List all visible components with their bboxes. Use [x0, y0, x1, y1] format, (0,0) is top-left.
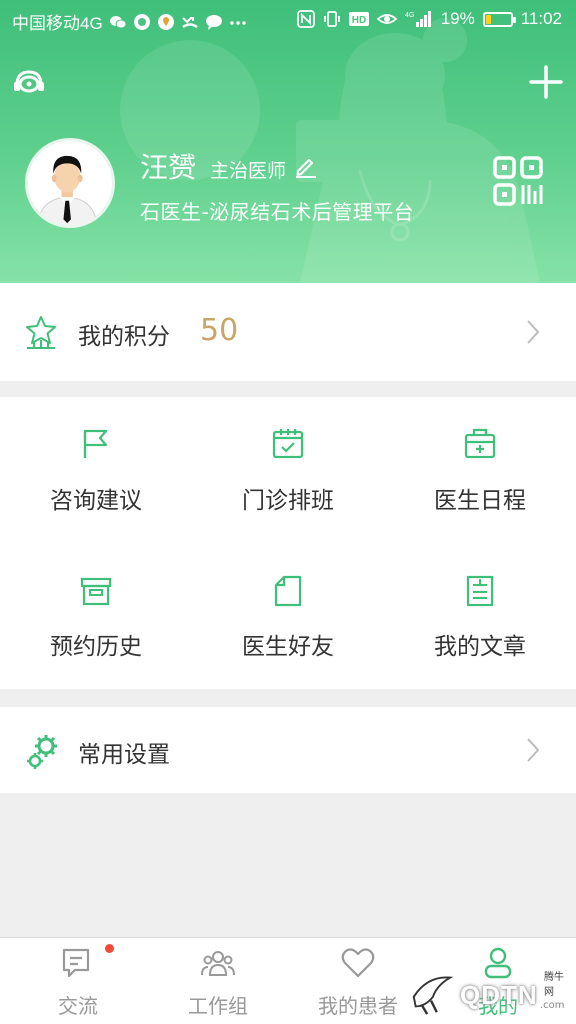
- grid-item-booking-history[interactable]: 预约历史: [0, 543, 192, 689]
- grid-item-label: 医生日程: [434, 488, 526, 514]
- grid-item-consult[interactable]: 咨询建议: [0, 397, 192, 543]
- doctor-avatar-image: [28, 141, 107, 225]
- clock-time: 11:02: [520, 9, 562, 28]
- doctor-name: 汪赟: [140, 151, 197, 184]
- grid-item-schedule[interactable]: 门诊排班: [192, 397, 384, 543]
- watermark-bird-icon: [412, 976, 454, 1015]
- plus-icon[interactable]: [528, 64, 564, 100]
- battery-level: [485, 14, 491, 24]
- settings-row[interactable]: 常用设置: [0, 707, 576, 793]
- points-label: 我的积分: [78, 324, 170, 350]
- tab-chat[interactable]: 交流: [6, 938, 150, 1024]
- missed-call-icon: [181, 16, 198, 28]
- chevron-right-icon: [527, 320, 540, 344]
- nfc-icon: [296, 10, 315, 28]
- grid-item-label: 医生好友: [242, 634, 334, 660]
- watermark-text: QDTN: [460, 980, 538, 1010]
- grid-item-doctor-schedule[interactable]: 医生日程: [384, 397, 576, 543]
- medical-kit-icon: [464, 428, 496, 459]
- grid-item-label: 咨询建议: [50, 488, 142, 514]
- avatar[interactable]: [25, 138, 115, 228]
- tab-label: 工作组: [188, 994, 248, 1018]
- gears-icon: [27, 735, 57, 769]
- tab-workgroup[interactable]: 工作组: [146, 938, 290, 1024]
- qr-code-icon[interactable]: [492, 155, 544, 207]
- star-points-icon: [26, 316, 56, 349]
- archive-box-icon: [80, 577, 112, 606]
- location-icon: [157, 13, 174, 30]
- tab-label: 交流: [58, 994, 98, 1018]
- points-row[interactable]: 我的积分 50: [0, 283, 576, 381]
- chat-icon: [62, 948, 90, 978]
- article-icon: [466, 575, 494, 607]
- battery-percent: 19%: [440, 9, 475, 28]
- edit-icon[interactable]: [294, 154, 318, 178]
- grid-item-doctor-friends[interactable]: 医生好友: [192, 543, 384, 689]
- battery-icon: [482, 11, 516, 27]
- heart-icon: [341, 948, 375, 978]
- headset-service-icon[interactable]: [12, 66, 46, 100]
- watermark-logo: QDTN 腾牛网 .com: [402, 968, 572, 1018]
- eye-icon: [376, 14, 397, 24]
- signal-icon: 4G: [405, 11, 431, 27]
- svg-text:HD: HD: [351, 15, 365, 26]
- grid-item-my-articles[interactable]: 我的文章: [384, 543, 576, 689]
- flag-icon: [83, 429, 108, 458]
- watermark-small-text: 腾牛网: [544, 972, 564, 998]
- doctor-title: 主治医师: [210, 160, 287, 182]
- more-icon: [229, 20, 246, 25]
- watermark-domain: .com: [540, 1000, 565, 1011]
- grid-item-label: 门诊排班: [242, 488, 334, 514]
- profile-header: 中国移动4G HD 4G 19% 11:02 汪赟 主治医师 石医生-泌尿结石术…: [0, 0, 576, 283]
- platform-name: 石医生-泌尿结石术后管理平台: [140, 200, 415, 224]
- app-icon: [133, 13, 150, 30]
- hd-icon: HD: [348, 12, 369, 26]
- group-icon: [201, 951, 235, 976]
- message-icon: [205, 14, 222, 30]
- carrier-text: 中国移动4G: [12, 14, 103, 33]
- calendar-icon: [272, 429, 304, 459]
- grid-item-label: 预约历史: [50, 634, 142, 660]
- status-bar: 中国移动4G HD 4G 19% 11:02: [0, 0, 576, 38]
- grid-item-label: 我的文章: [434, 634, 526, 660]
- vibrate-icon: [323, 11, 340, 27]
- document-icon: [274, 575, 302, 607]
- feature-grid: 咨询建议 门诊排班 医生日程 预约历史 医生好友 我的文章: [0, 397, 576, 689]
- points-value: 50: [200, 313, 239, 348]
- chevron-right-icon: [527, 738, 540, 762]
- settings-label: 常用设置: [78, 742, 170, 768]
- wechat-icon: [109, 15, 127, 28]
- svg-text:4G: 4G: [405, 12, 414, 19]
- bottom-tab-bar: 交流 工作组 我的患者 我的 QDTN 腾牛网 .com: [0, 937, 576, 1024]
- unread-badge: [105, 944, 114, 953]
